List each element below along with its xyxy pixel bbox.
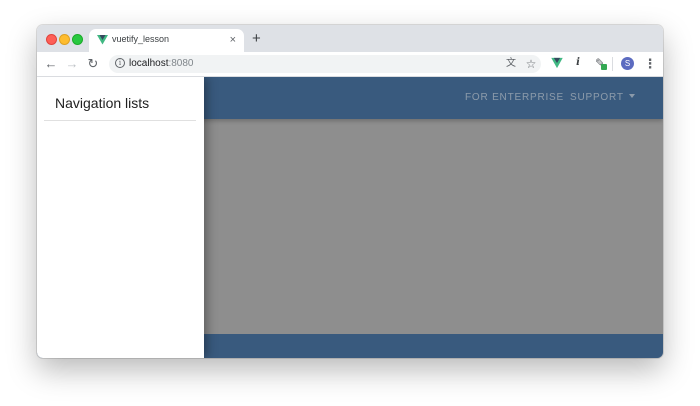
app-viewport: FOR ENTERPRISE SUPPORT Navigation lists <box>37 77 663 358</box>
url-text[interactable]: localhost:8080 <box>129 58 194 69</box>
pen-extension-icon[interactable]: ✎ <box>593 56 607 70</box>
vue-devtools-extension-icon[interactable] <box>550 56 564 70</box>
tab-bar: vuetify_lesson × + <box>37 25 663 52</box>
toolbar-divider <box>612 57 613 71</box>
url-host: localhost <box>129 58 169 69</box>
bookmark-star-icon[interactable]: ☆ <box>524 57 538 71</box>
browser-tab[interactable]: vuetify_lesson × <box>89 29 244 52</box>
extension-badge <box>601 64 607 70</box>
site-info-icon[interactable]: i <box>115 58 125 68</box>
window-close-button[interactable] <box>46 34 57 45</box>
tab-title: vuetify_lesson <box>112 34 170 44</box>
browser-toolbar: ← → ↻ i localhost:8080 文 ☆ i ✎ S ⋮ <box>37 52 663 77</box>
tab-close-icon[interactable]: × <box>230 33 236 47</box>
translate-icon[interactable]: 文 <box>504 57 518 71</box>
address-bar[interactable]: i localhost:8080 文 ☆ <box>109 55 541 73</box>
drawer-divider <box>44 120 196 121</box>
drawer-title: Navigation lists <box>55 95 150 111</box>
browser-menu-icon[interactable]: ⋮ <box>642 56 658 72</box>
new-tab-button[interactable]: + <box>252 30 261 47</box>
info-extension-icon[interactable]: i <box>571 56 585 70</box>
window-minimize-button[interactable] <box>59 34 70 45</box>
forward-button[interactable]: → <box>64 56 80 72</box>
window-maximize-button[interactable] <box>72 34 83 45</box>
url-port: :8080 <box>168 58 194 69</box>
vue-logo-icon <box>97 35 108 45</box>
profile-avatar[interactable]: S <box>621 57 634 70</box>
navigation-drawer: Navigation lists <box>37 77 204 358</box>
reload-button[interactable]: ↻ <box>85 56 101 72</box>
browser-window: vuetify_lesson × + ← → ↻ i localhost:808… <box>37 25 663 358</box>
back-button[interactable]: ← <box>43 56 59 72</box>
